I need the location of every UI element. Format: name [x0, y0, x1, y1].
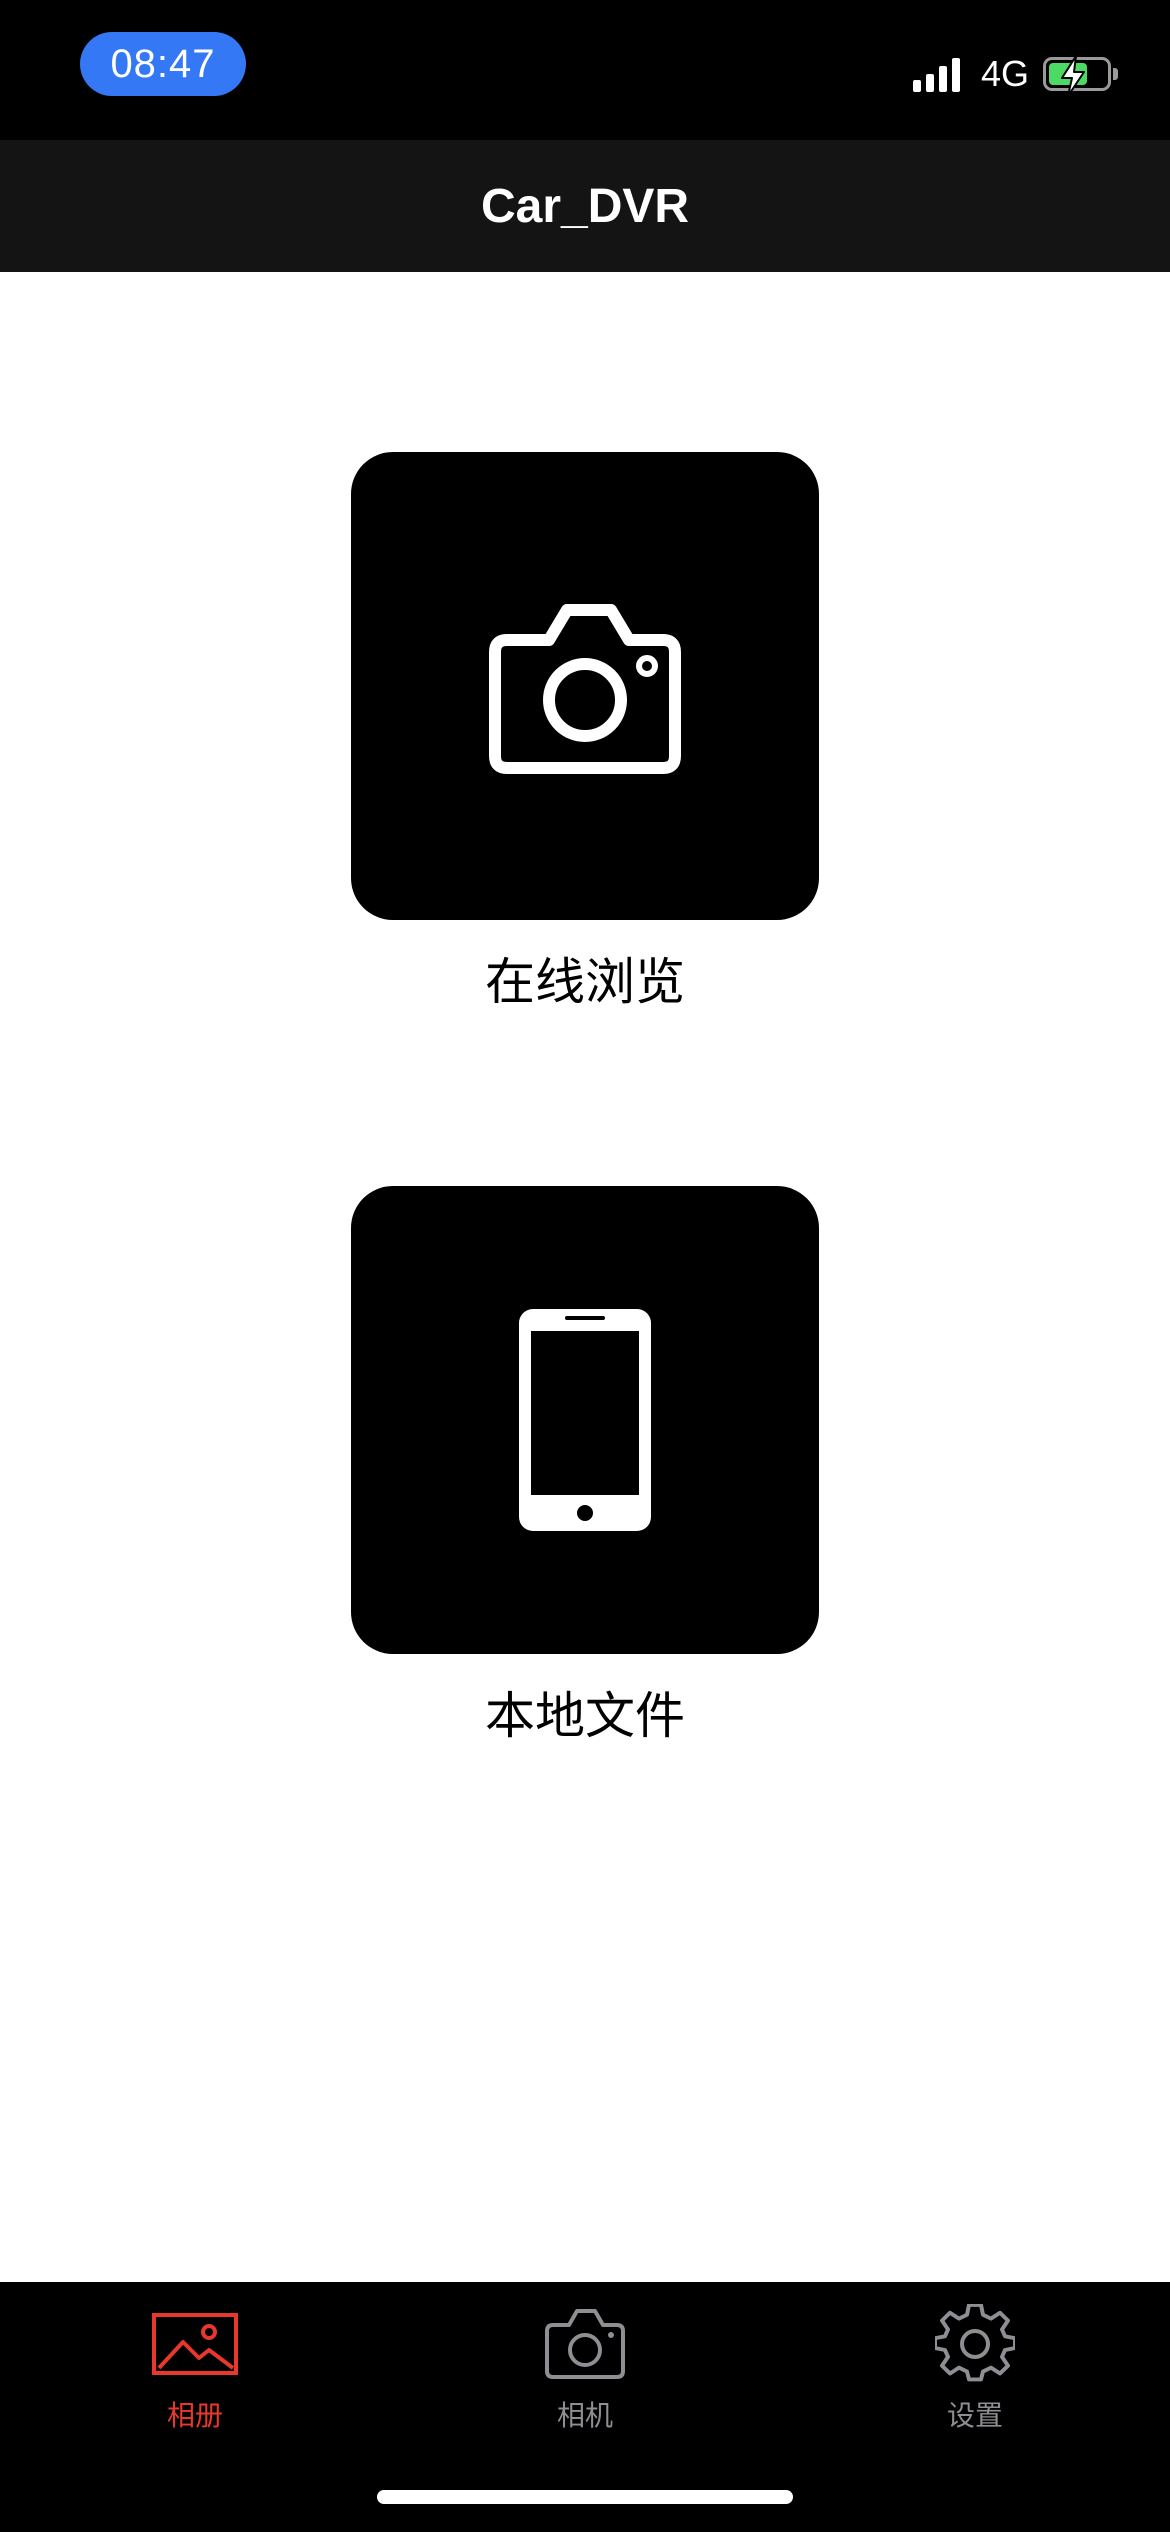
- tab-settings[interactable]: 设置: [780, 2282, 1170, 2442]
- home-indicator[interactable]: [377, 2490, 793, 2504]
- nav-bar: Car_DVR: [0, 140, 1170, 272]
- status-bar: 08:47 4G: [0, 0, 1170, 140]
- battery-icon: [1043, 55, 1111, 97]
- local-files-label: 本地文件: [485, 1687, 685, 1745]
- gear-icon: [935, 2304, 1015, 2382]
- camera-icon: [545, 2309, 625, 2379]
- tab-album-label: 相册: [166, 2399, 223, 2432]
- camera-icon: [489, 604, 681, 774]
- tab-camera[interactable]: 相机: [390, 2282, 780, 2442]
- tab-settings-label: 设置: [946, 2399, 1003, 2432]
- status-indicators: 4G: [912, 48, 1118, 100]
- screen: 08:47 4G Car_DVR 在线浏览 本地文件 相册 相机 设置: [0, 0, 1170, 2532]
- online-browse-label: 在线浏览: [485, 953, 685, 1011]
- phone-icon: [519, 1309, 651, 1531]
- local-files-button[interactable]: [351, 1186, 819, 1654]
- status-time[interactable]: 08:47: [80, 32, 246, 96]
- tab-album[interactable]: 相册: [0, 2282, 390, 2442]
- tab-camera-label: 相机: [556, 2399, 613, 2432]
- network-type: 4G: [980, 53, 1029, 94]
- page-title: Car_DVR: [480, 179, 690, 233]
- battery-cap: [1113, 68, 1118, 80]
- signal-icon: [912, 56, 965, 92]
- charging-bolt-icon: [1061, 55, 1085, 97]
- online-browse-button[interactable]: [351, 452, 819, 920]
- photo-album-icon: [152, 2313, 238, 2375]
